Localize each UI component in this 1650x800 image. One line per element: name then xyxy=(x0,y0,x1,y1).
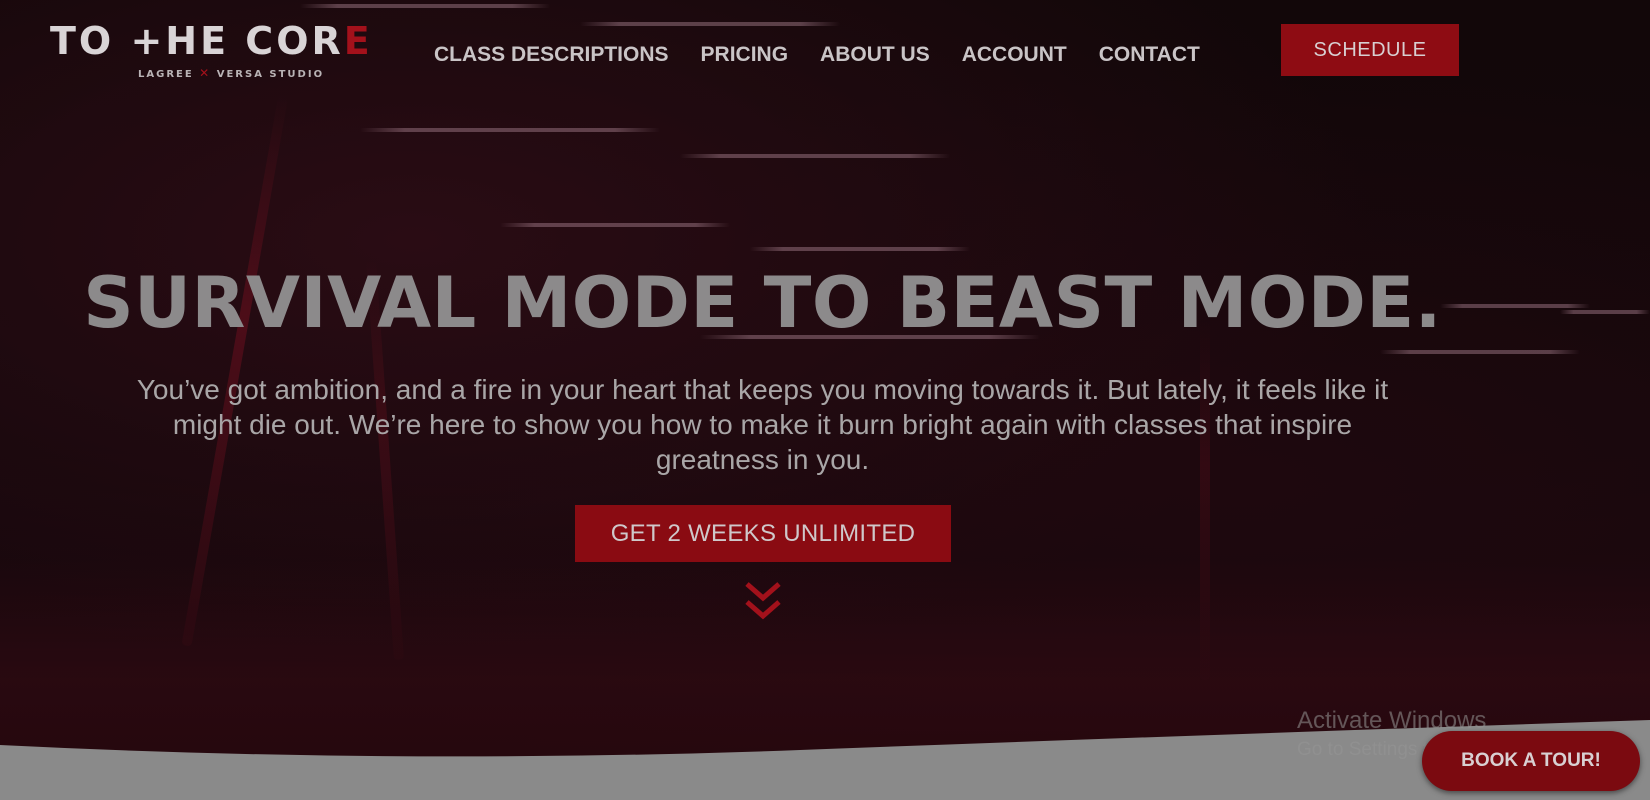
ceiling-light xyxy=(680,154,950,158)
ceiling-light xyxy=(1560,310,1650,314)
hero-subtext-line: might die out. We’re here to show you ho… xyxy=(172,409,1353,440)
double-chevron-down-icon[interactable] xyxy=(743,580,783,624)
logo-tagline: LAGREE ✕ VERSA STUDIO xyxy=(138,66,325,80)
book-a-tour-button[interactable]: BOOK A TOUR! xyxy=(1422,731,1640,791)
schedule-button[interactable]: SCHEDULE xyxy=(1281,24,1459,76)
ceiling-light xyxy=(580,22,840,26)
nav-pricing[interactable]: PRICING xyxy=(701,43,789,67)
ceiling-light xyxy=(360,128,660,132)
hero-subtext-line: greatness in you. xyxy=(655,444,870,475)
nav-account[interactable]: ACCOUNT xyxy=(962,43,1067,67)
main-nav: CLASS DESCRIPTIONS PRICING ABOUT US ACCO… xyxy=(434,40,1200,70)
hero-headline: SURVIVAL MODE TO BEAST MODE. xyxy=(83,262,1442,344)
nav-contact[interactable]: CONTACT xyxy=(1099,43,1200,67)
nav-class-descriptions[interactable]: CLASS DESCRIPTIONS xyxy=(434,43,669,67)
ceiling-light xyxy=(500,223,730,227)
nav-about-us[interactable]: ABOUT US xyxy=(820,43,930,67)
hero-subtext-line: You’ve got ambition, and a fire in your … xyxy=(136,374,1389,405)
logo-wordmark: TO +HE CORE xyxy=(50,19,373,63)
hero-subtext: You’ve got ambition, and a fire in your … xyxy=(0,372,1525,477)
ceiling-light xyxy=(1380,350,1580,354)
ceiling-light xyxy=(750,247,970,251)
site-logo[interactable]: TO +HE CORE LAGREE ✕ VERSA STUDIO xyxy=(50,22,395,82)
ceiling-light xyxy=(300,4,550,8)
get-2-weeks-unlimited-button[interactable]: GET 2 WEEKS UNLIMITED xyxy=(575,505,951,562)
